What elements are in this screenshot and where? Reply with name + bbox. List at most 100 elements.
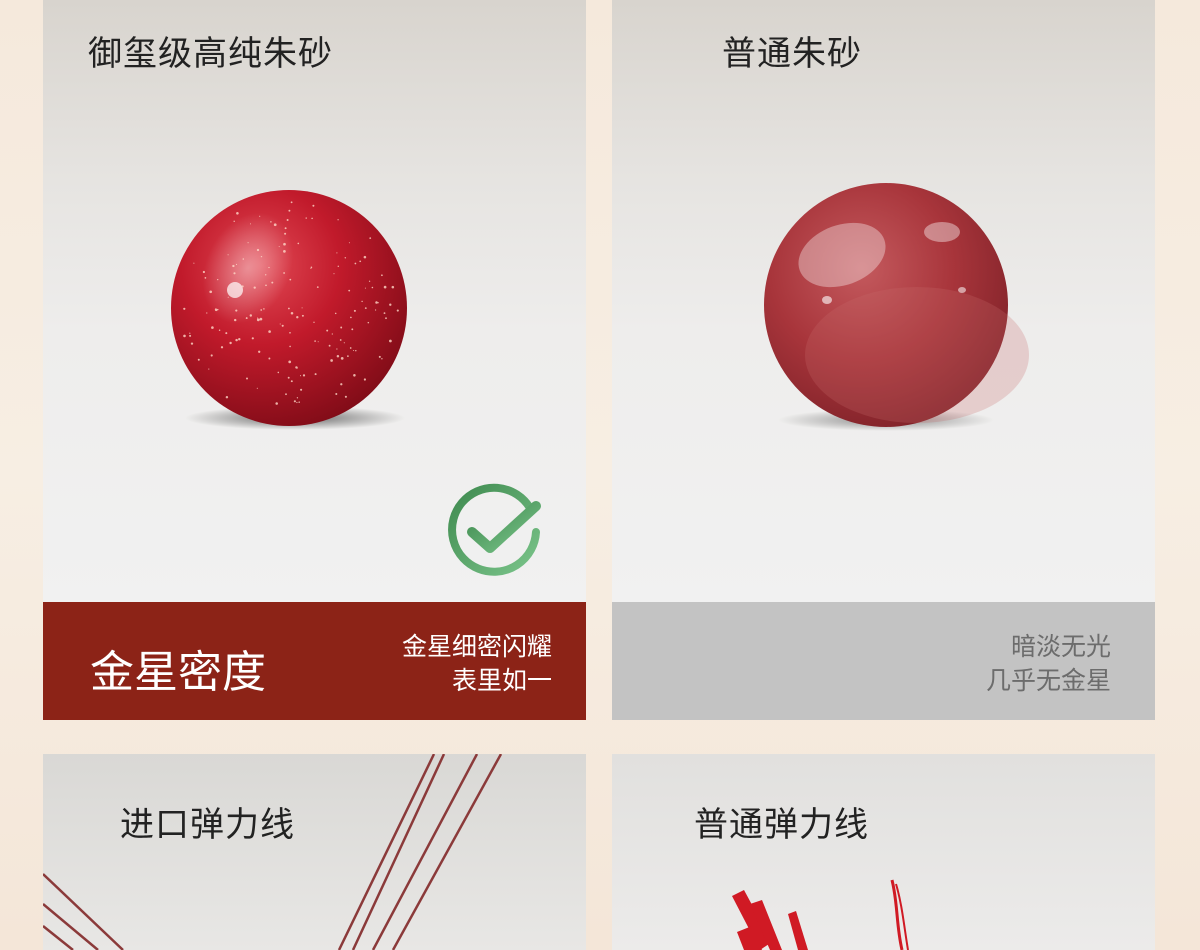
frayed-thread-image bbox=[732, 879, 909, 950]
ordinary-description: 暗淡无光 几乎无金星 bbox=[986, 630, 1111, 698]
sparkle-fleck bbox=[229, 341, 232, 345]
sparkle-fleck bbox=[235, 338, 238, 342]
sparkle-fleck bbox=[344, 395, 347, 398]
sparkle-fleck bbox=[298, 401, 300, 403]
sparkle-fleck bbox=[296, 316, 299, 319]
sparkle-fleck bbox=[343, 342, 345, 344]
sparkle-fleck bbox=[301, 307, 303, 309]
sparkle-fleck bbox=[340, 383, 343, 386]
sparkle-fleck bbox=[218, 329, 221, 331]
sparkle-fleck bbox=[283, 250, 286, 253]
sparkle-fleck bbox=[348, 289, 351, 292]
sparkle-fleck bbox=[217, 308, 219, 311]
sparkle-fleck bbox=[337, 265, 340, 268]
premium-density-bar: 金星密度 金星细密闪耀 表里如一 bbox=[43, 602, 586, 720]
sparkle-fleck bbox=[297, 242, 300, 245]
sparkle-fleck bbox=[232, 264, 235, 268]
sparkle-fleck bbox=[368, 280, 371, 282]
sparkle-fleck bbox=[296, 397, 299, 399]
sparkle-fleck bbox=[389, 339, 392, 343]
sparkle-fleck bbox=[351, 328, 354, 331]
sparkle-fleck bbox=[227, 296, 229, 298]
sparkle-fleck bbox=[245, 317, 248, 320]
sparkle-fleck bbox=[265, 274, 267, 276]
sparkle-fleck bbox=[364, 307, 367, 310]
sparkle-fleck bbox=[296, 367, 298, 369]
sparkle-fleck bbox=[227, 254, 229, 256]
sparkle-fleck bbox=[317, 341, 319, 343]
sparkle-fleck bbox=[183, 307, 186, 310]
sparkle-fleck bbox=[247, 242, 249, 244]
premium-cinnabar-panel: 御玺级高纯朱砂 bbox=[43, 0, 586, 602]
sparkle-fleck bbox=[289, 331, 291, 334]
sparkle-fleck bbox=[283, 272, 286, 274]
sparkle-fleck bbox=[256, 318, 260, 322]
sparkle-fleck bbox=[336, 354, 340, 358]
sparkle-fleck bbox=[275, 402, 278, 405]
sparkle-fleck bbox=[253, 286, 256, 289]
sparkle-fleck bbox=[235, 263, 238, 266]
ordinary-bead-image bbox=[764, 183, 1029, 431]
sparkle-fleck bbox=[284, 227, 287, 230]
sparkle-fleck bbox=[353, 374, 356, 377]
sparkle-fleck bbox=[296, 401, 298, 404]
sparkle-fleck bbox=[190, 342, 194, 345]
sparkle-fleck bbox=[354, 262, 357, 265]
check-circle-icon bbox=[448, 483, 541, 576]
ordinary-elastic-panel: 普通弹力线 bbox=[612, 754, 1155, 950]
sparkle-fleck bbox=[286, 219, 289, 221]
sparkle-fleck bbox=[383, 285, 387, 289]
sparkle-fleck bbox=[234, 318, 237, 322]
sparkle-fleck bbox=[353, 349, 355, 352]
sparkle-fleck bbox=[302, 374, 306, 377]
sparkle-fleck bbox=[208, 368, 210, 370]
sparkle-fleck bbox=[299, 375, 302, 377]
sparkle-fleck bbox=[210, 354, 213, 357]
sparkle-fleck bbox=[389, 303, 392, 306]
sparkle-fleck bbox=[371, 286, 374, 289]
sparkle-fleck bbox=[202, 270, 206, 274]
sparkle-fleck bbox=[339, 339, 342, 341]
sparkle-fleck bbox=[364, 287, 366, 289]
sparkle-fleck bbox=[258, 350, 261, 353]
ordinary-density-bar: 暗淡无光 几乎无金星 bbox=[612, 602, 1155, 720]
sparkle-fleck bbox=[284, 232, 287, 235]
sparkle-fleck bbox=[289, 345, 291, 348]
description-line: 表里如一 bbox=[451, 666, 552, 695]
sparkle-fleck bbox=[260, 309, 263, 311]
sparkle-fleck bbox=[335, 392, 338, 396]
sparkle-fleck bbox=[277, 371, 280, 374]
sparkle-fleck bbox=[259, 215, 261, 217]
sparkle-fleck bbox=[331, 333, 333, 335]
sparkle-fleck bbox=[316, 286, 319, 288]
sparkle-fleck bbox=[333, 273, 335, 275]
sparkle-fleck bbox=[289, 278, 292, 281]
sparkle-fleck bbox=[217, 278, 219, 281]
sparkle-fleck bbox=[337, 219, 339, 221]
sparkle-fleck bbox=[283, 242, 286, 246]
sparkle-fleck bbox=[225, 395, 229, 399]
panel-title: 普通弹力线 bbox=[694, 805, 869, 845]
sparkle-fleck bbox=[227, 288, 230, 291]
sparkle-fleck bbox=[257, 317, 259, 319]
sparkle-fleck bbox=[288, 360, 292, 364]
sparkle-fleck bbox=[363, 378, 366, 381]
sparkle-fleck bbox=[353, 309, 356, 312]
sparkle-fleck bbox=[314, 373, 317, 376]
description-line: 暗淡无光 bbox=[1010, 632, 1111, 661]
panel-title: 进口弹力线 bbox=[120, 805, 295, 845]
sparkle-fleck bbox=[355, 349, 357, 352]
sparkle-fleck bbox=[385, 317, 387, 320]
sparkle-fleck bbox=[204, 277, 207, 279]
sparkle-fleck bbox=[349, 347, 352, 349]
sparkle-fleck bbox=[265, 284, 267, 287]
sparkle-fleck bbox=[330, 359, 333, 362]
sparkle-fleck bbox=[344, 257, 347, 259]
sparkle-fleck bbox=[305, 217, 307, 219]
sparkle-fleck bbox=[311, 217, 313, 220]
sparkle-fleck bbox=[340, 357, 344, 360]
sparkle-fleck bbox=[301, 314, 304, 317]
sparkle-fleck bbox=[314, 340, 316, 342]
sparkle-fleck bbox=[313, 321, 315, 323]
sparkle-fleck bbox=[381, 274, 383, 277]
